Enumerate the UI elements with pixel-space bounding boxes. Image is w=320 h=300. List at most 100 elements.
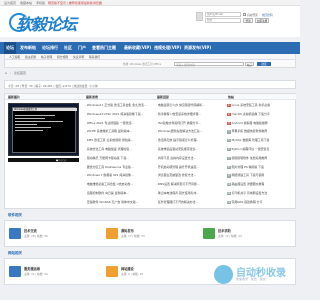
site-logo[interactable]: 软毅论坛 <box>9 12 77 34</box>
list-item[interactable]: · Windows11 正式版 激活工具合集 永久激活... <box>85 103 147 107</box>
list-item[interactable]: · 笔记本电池保养 延长使用寿命... <box>156 191 199 195</box>
list-item-title[interactable]: Office 2021 专业增强版 一键激活... <box>87 121 134 125</box>
forum-name[interactable]: 技术交流 <box>24 228 37 233</box>
list-item[interactable]: 5 MySQL 数据库 管理工具下载 <box>227 138 270 143</box>
list-item-title[interactable]: macOS 虚拟机镜像 下载分享 <box>232 112 270 116</box>
nav-item-forum[interactable]: 论坛 <box>4 42 16 54</box>
forum-name[interactable]: 源码发布 <box>121 228 134 233</box>
search-input[interactable]: 请输入搜索内容 <box>174 61 244 67</box>
list-item[interactable]: · 系统重装后驱动安装顺序建议... <box>156 147 198 151</box>
list-item[interactable]: · 电脑维修必备工具合集 U盘启动盘... <box>85 182 133 186</box>
hot-item[interactable]: Office <box>154 63 162 66</box>
username-input[interactable] <box>205 12 241 17</box>
home-icon[interactable]: ⌂ <box>5 71 7 75</box>
list-item[interactable]: 4 苹果手机 数据恢复软件推荐 <box>227 129 268 134</box>
list-item[interactable]: · Windows 7 旗舰版 SP1 纯净镜像... <box>85 173 134 177</box>
list-item-title[interactable]: Windows 7 旗舰版 SP1 纯净镜像... <box>87 173 134 177</box>
list-item[interactable]: · 内存不足 虚拟内存设置方法... <box>156 156 196 160</box>
subnav-item-disclaimer[interactable]: 免责声明 <box>73 55 84 59</box>
list-item-title[interactable]: 浏览器主页被篡改 修复方法... <box>158 173 196 177</box>
list-item[interactable]: · 驱动精灵 万能网卡驱动版 下载... <box>85 156 129 160</box>
list-item-title[interactable]: 远程控制软件 向日葵 最新版本... <box>87 191 129 195</box>
list-item[interactable]: · 新手教程 U盘安装系统详细步骤... <box>156 112 201 116</box>
image-slider[interactable]: Windows系统激活工具 <box>8 103 79 156</box>
list-item[interactable]: 7 视频剪辑软件 免费好用推荐 <box>227 156 267 160</box>
list-item-title[interactable]: Android 模拟器 电脑版推荐 <box>232 121 268 125</box>
list-item[interactable]: · Windows10 LTSC 2021 纯净版镜像下载... <box>85 112 143 116</box>
list-item-title[interactable]: Linux 系统安装工具 新手必备 <box>232 103 271 107</box>
list-item-title[interactable]: 驱动精灵 万能网卡驱动版 下载... <box>87 156 129 160</box>
list-item[interactable]: · KMS 激活工具 全系统通用 绿色版... <box>85 138 133 142</box>
list-item-title[interactable]: 系统重装后驱动安装顺序建议... <box>158 147 198 151</box>
list-item-title[interactable]: 路由器设置 详细图文教程 <box>232 182 265 186</box>
favorite-link[interactable]: 收藏本站 <box>20 1 32 5</box>
login-button[interactable]: 登录 <box>243 18 253 23</box>
register-button[interactable]: 立即注册 <box>255 18 269 23</box>
list-item[interactable]: · DNS设置 解决网页打不开问题... <box>156 182 200 186</box>
hot-item[interactable]: 激活工具 <box>142 63 152 66</box>
list-item[interactable]: · 压缩软件 WinRAR 无广告 简体中文版... <box>85 200 138 204</box>
list-item-title[interactable]: 打印机共享 局域网设置方法 <box>232 191 268 195</box>
list-item[interactable]: 6 Python 编程环境 一键安装包 <box>227 147 270 152</box>
list-item-title[interactable]: 任务管理器打不开的解决办法... <box>158 200 198 204</box>
list-item[interactable]: 10路由器设置 详细图文教程 <box>227 182 265 187</box>
list-item-title[interactable]: 电脑维修必备工具合集 U盘启动盘... <box>87 182 133 186</box>
mobile-link[interactable]: 手机版 <box>36 1 45 5</box>
list-item[interactable]: · 浏览器主页被篡改 修复方法... <box>156 173 196 177</box>
list-item[interactable]: · 任务管理器打不开的解决办法... <box>156 200 198 204</box>
list-item-title[interactable]: 硬盘分区工具 DiskGenius 专业版... <box>87 165 134 169</box>
list-item-title[interactable]: Windows更新失败解决方法汇总... <box>158 129 203 133</box>
nav-item-violation-vip[interactable]: 违规处理(VIP) <box>154 42 181 54</box>
list-item-title[interactable]: 内存不足 虚拟内存设置方法... <box>158 156 196 160</box>
subnav-item-contact[interactable]: 联系我们 <box>89 55 100 59</box>
list-item-title[interactable]: 网络测速工具 下载与使用 <box>232 173 265 177</box>
nav-item-resource-vip[interactable]: 资源发布(VIP) <box>184 42 211 54</box>
list-item[interactable]: 2 macOS 虚拟机镜像 下载分享 <box>227 112 270 116</box>
list-item[interactable]: · 激活码无效 提示错误怎么处理... <box>156 138 199 142</box>
nav-item-new-post[interactable]: 发布新帖 <box>20 42 36 54</box>
list-item-title[interactable]: KMS 激活工具 全系统通用 绿色版... <box>87 138 133 142</box>
list-item[interactable]: · 远程控制软件 向日葵 最新版本... <box>85 191 129 195</box>
nav-item-community[interactable]: 社区 <box>64 42 72 54</box>
list-item[interactable]: · 系统优化工具 电脑加速 清理垃圾... <box>85 147 132 151</box>
list-item[interactable]: · 开机启动项管理 提升开机速度... <box>156 165 199 169</box>
list-item-title[interactable]: 家用NAS 搭建教程 分享 <box>232 200 263 204</box>
list-item[interactable]: 1 Linux 系统安装工具 新手必备 <box>227 103 271 108</box>
list-item-title[interactable]: 开机启动项管理 提升开机速度... <box>158 165 199 169</box>
set-home-link[interactable]: 设为首页 <box>4 1 16 5</box>
subnav-item-support[interactable]: 人工客服 <box>9 55 20 59</box>
forum-name[interactable]: 网站建设 <box>121 266 134 271</box>
list-item[interactable]: 11打印机共享 局域网设置方法 <box>227 191 268 196</box>
auto-login-checkbox[interactable] <box>243 13 246 16</box>
list-item-title[interactable]: 压缩软件 WinRAR 无广告 简体中文版... <box>87 200 139 204</box>
list-item-title[interactable]: MySQL 数据库 管理工具下载 <box>232 138 270 142</box>
list-item[interactable]: 9 网络测速工具 下载与使用 <box>227 173 265 178</box>
nav-item-fav-vip[interactable]: 最新收藏(VIP) <box>124 42 151 54</box>
hot-item[interactable]: Windows <box>130 63 142 66</box>
list-item-title[interactable]: 苹果手机 数据恢复软件推荐 <box>232 129 268 133</box>
subnav-item-moderator[interactable]: 版主招募 <box>25 55 36 59</box>
nav-item-hot[interactable]: 查看热门主题 <box>92 42 116 54</box>
slider-dots[interactable]: ●○○○○ <box>8 158 79 162</box>
list-item-title[interactable]: ISO镜像文件如何打开 教程分享... <box>158 121 201 125</box>
list-item[interactable]: · 电脑蓝屏怎么办 常见错误代码解析... <box>156 103 205 107</box>
list-item-title[interactable]: Python 编程环境 一键安装包 <box>232 147 270 151</box>
list-item-title[interactable]: 笔记本电池保养 延长使用寿命... <box>158 191 199 195</box>
search-type-select[interactable]: 帖子 <box>245 61 254 67</box>
list-item-title[interactable]: DNS设置 解决网页打不开问题... <box>158 182 200 186</box>
nav-item-ranking[interactable]: 论坛排行 <box>42 42 58 54</box>
password-input[interactable] <box>205 18 241 23</box>
list-item[interactable]: 8 图片处理 PS 精简版 下载 <box>227 165 264 169</box>
list-item[interactable]: · ISO镜像文件如何打开 教程分享... <box>156 121 201 125</box>
list-item[interactable]: · 硬盘分区工具 DiskGenius 专业版... <box>85 165 134 169</box>
slider-dot-indicator[interactable]: ●○○○○ <box>56 159 66 162</box>
list-item[interactable]: · Windows更新失败解决方法汇总... <box>156 129 202 133</box>
list-item-title[interactable]: Windows11 正式版 激活工具合集 永久激活... <box>87 103 147 107</box>
list-item-title[interactable]: 视频剪辑软件 免费好用推荐 <box>232 156 268 160</box>
list-item-title[interactable]: 新手教程 U盘安装系统详细步骤... <box>158 112 201 116</box>
find-password-link[interactable]: 找回密码 <box>262 13 273 17</box>
list-item-title[interactable]: 系统优化工具 电脑加速 清理垃圾... <box>87 147 132 151</box>
search-button[interactable]: 搜索 <box>257 61 271 67</box>
list-item[interactable]: · Office 2021 专业增强版 一键激活... <box>85 121 134 125</box>
subnav-item-posts[interactable]: 帖子管理 <box>41 55 52 59</box>
